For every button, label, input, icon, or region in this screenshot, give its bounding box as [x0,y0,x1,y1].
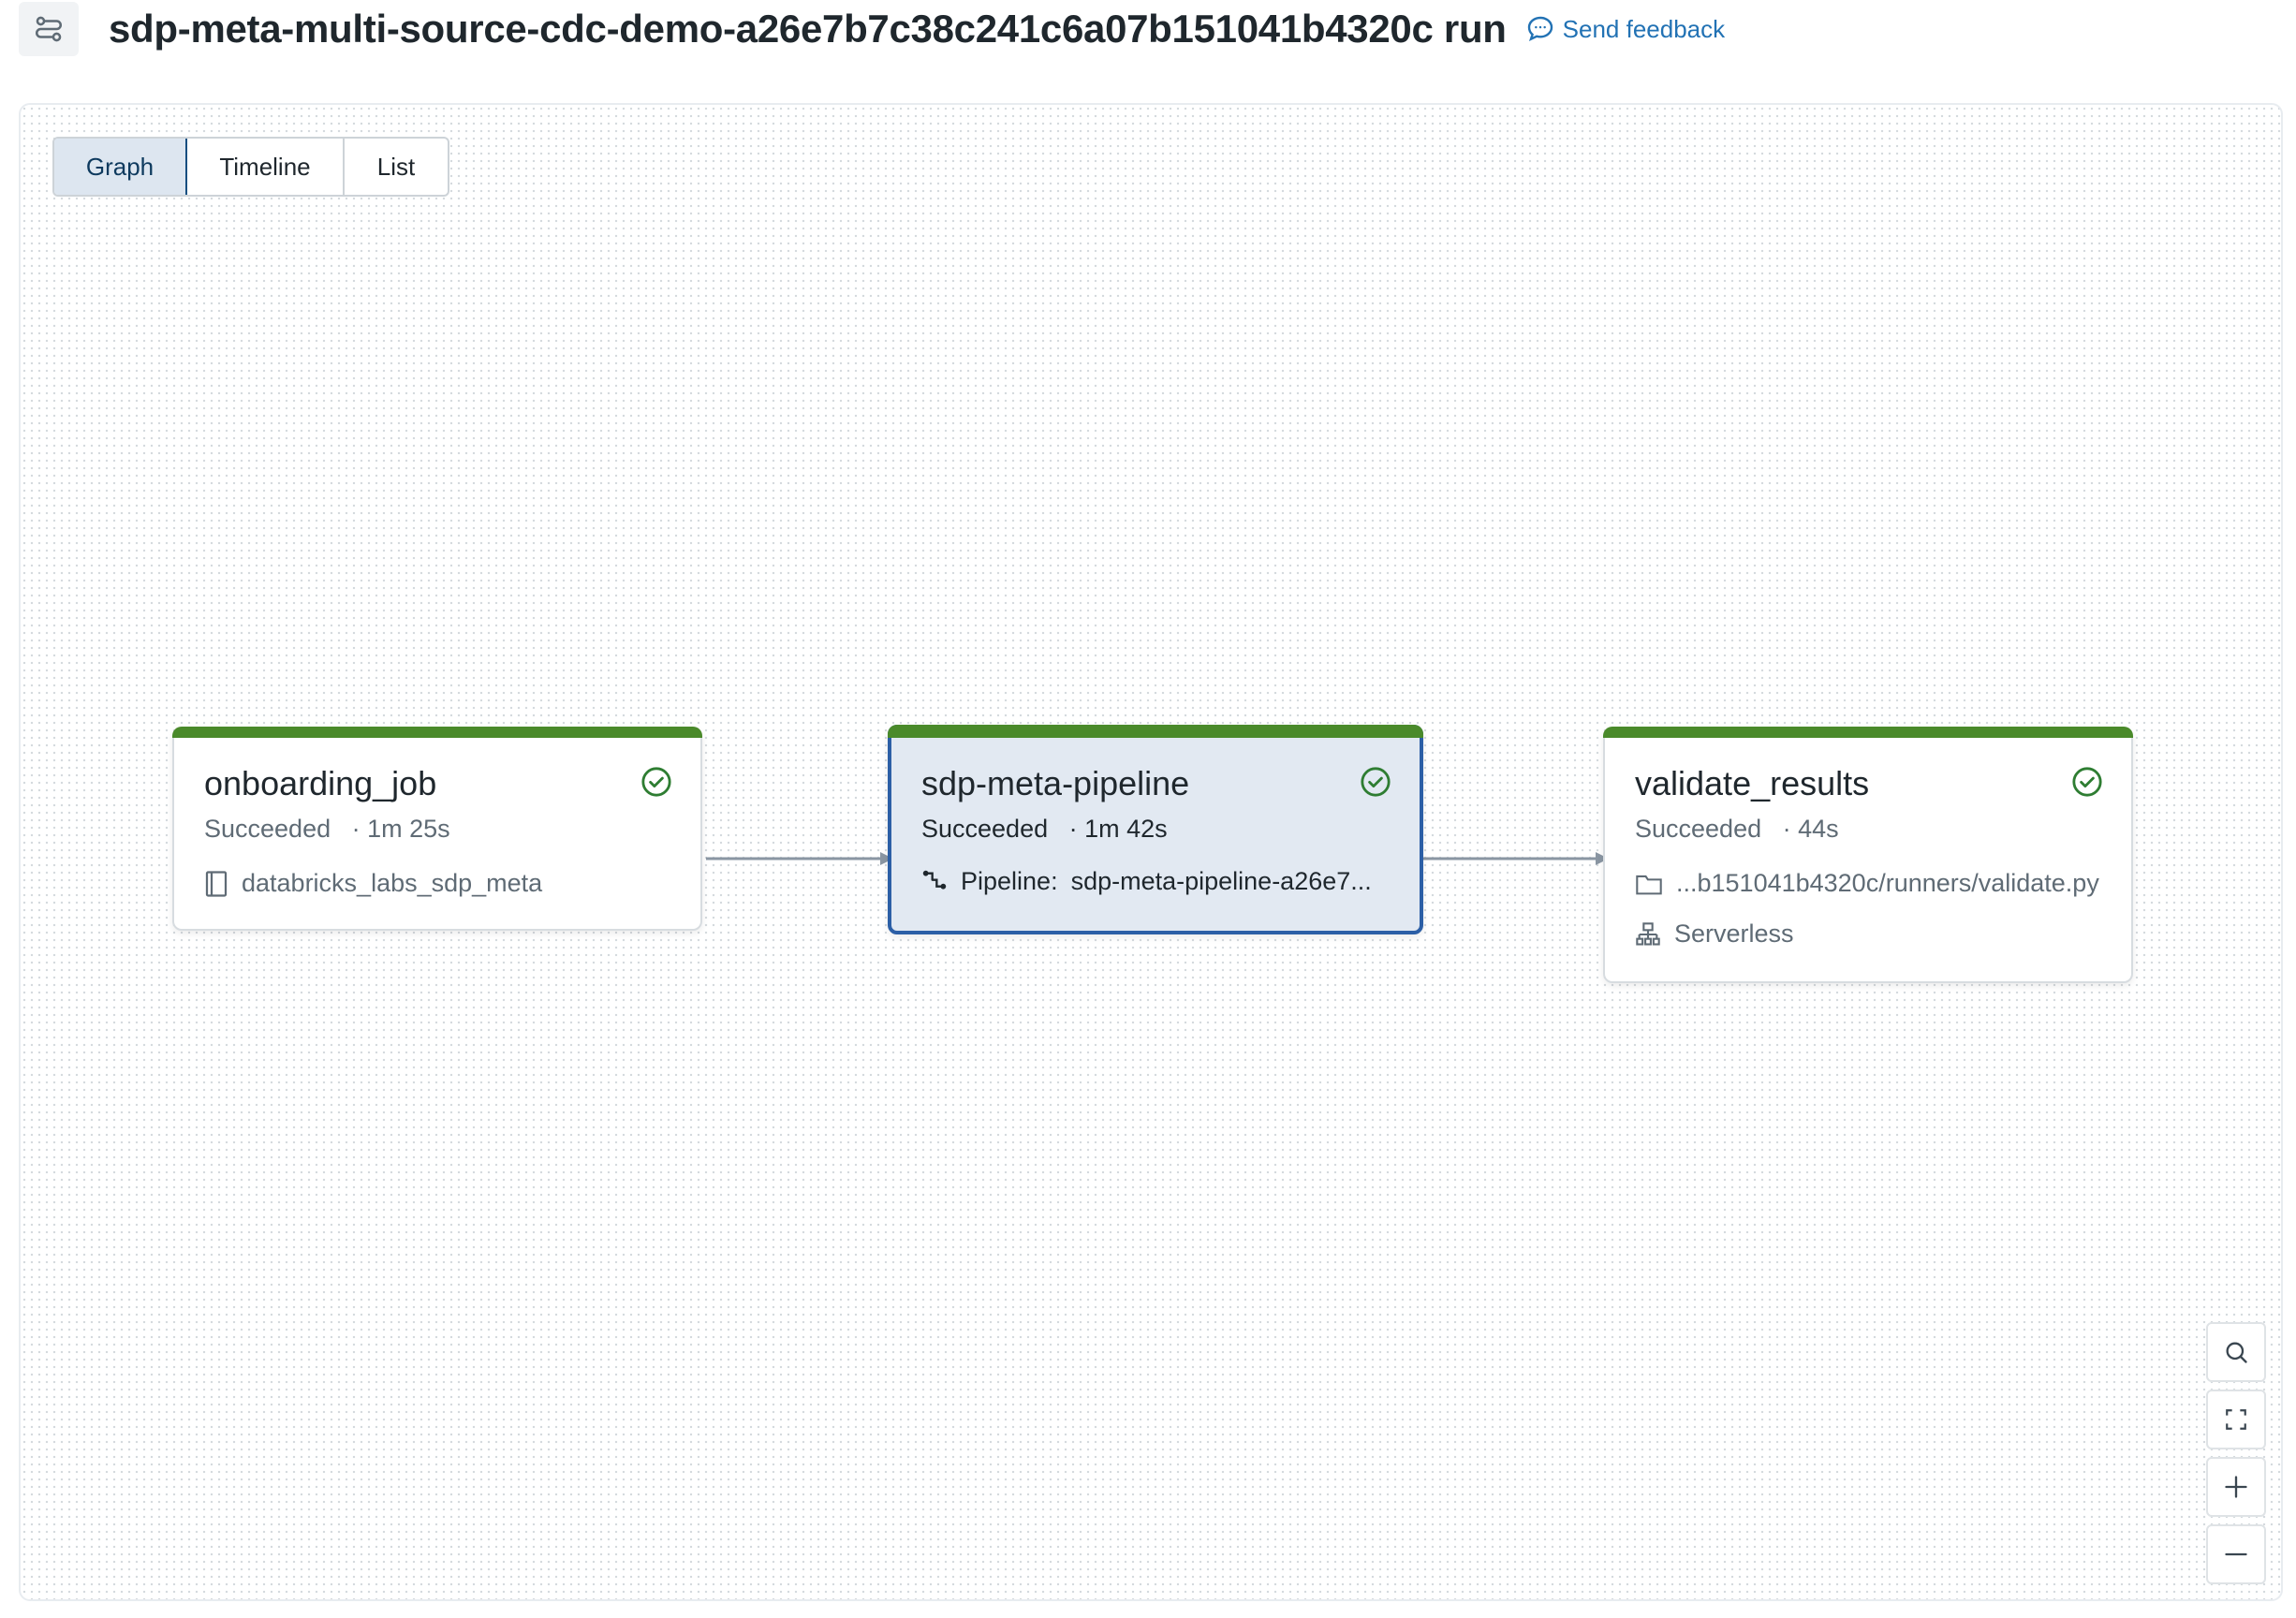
task-compute-row: Serverless [1635,919,1794,949]
send-feedback-label: Send feedback [1562,14,1726,43]
success-check-icon [641,767,671,797]
tab-graph[interactable]: Graph [54,139,187,195]
view-toggle: Graph Timeline List [52,137,449,197]
search-icon [2226,1342,2247,1363]
duration-text: · 1m 42s [1068,815,1168,843]
page-title: sdp-meta-multi-source-cdc-demo-a26e7b7c3… [109,7,1507,51]
task-status: Succeeded · 1m 25s [204,815,450,844]
zoom-in-icon [2225,1476,2247,1498]
task-detail-row: Pipeline: sdp-meta-pipeline-a26e7... [921,867,1372,896]
task-status: Succeeded · 1m 42s [921,815,1168,844]
task-name: validate_results [1635,764,1870,802]
pipeline-icon [922,870,947,890]
pipeline-name: sdp-meta-pipeline-a26e7... [1070,867,1372,895]
task-name: sdp-meta-pipeline [921,764,1190,802]
search-button[interactable] [2206,1322,2266,1382]
status-bar [172,727,702,738]
page-header: sdp-meta-multi-source-cdc-demo-a26e7b7c3… [19,0,1725,58]
zoom-out-icon [2225,1552,2247,1556]
task-node-onboarding-job[interactable]: onboarding_job Succeeded · 1m 25s databr… [172,727,702,931]
notebook-icon [205,870,228,897]
duration-text: · 1m 25s [351,815,450,843]
pipeline-label: Pipeline: [961,867,1058,895]
task-source: databricks_labs_sdp_meta [242,869,543,897]
duration-text: · 44s [1782,815,1839,843]
status-text: Succeeded [204,815,331,843]
zoom-out-button[interactable] [2206,1524,2266,1584]
task-detail-row: databricks_labs_sdp_meta [204,869,542,898]
status-text: Succeeded [921,815,1049,843]
compute-type: Serverless [1674,919,1794,948]
task-status: Succeeded · 44s [1635,815,1839,844]
fit-view-icon [2226,1409,2246,1430]
task-detail-row: ...b151041b4320c/runners/validate.py [1635,869,2099,898]
task-node-sdp-meta-pipeline[interactable]: sdp-meta-pipeline Succeeded · 1m 42s Pip… [888,725,1423,934]
graph-canvas[interactable]: Graph Timeline List onboarding_job Succe… [19,103,2283,1601]
edge-pipeline-to-validate [1421,852,1609,865]
zoom-in-button[interactable] [2206,1457,2266,1517]
cluster-icon [1636,921,1660,946]
job-run-icon [19,2,79,56]
send-feedback-link[interactable]: Send feedback [1525,14,1725,44]
task-name: onboarding_job [204,764,437,802]
success-check-icon [1361,767,1391,797]
status-bar [1603,727,2133,738]
status-bar [888,725,1423,738]
task-node-validate-results[interactable]: validate_results Succeeded · 44s ...b151… [1603,727,2133,983]
folder-icon [1636,875,1662,894]
task-source: ...b151041b4320c/runners/validate.py [1676,869,2099,897]
tab-list[interactable]: List [345,139,448,195]
edge-onboarding-to-pipeline [706,852,893,865]
fit-view-button[interactable] [2206,1390,2266,1449]
success-check-icon [2072,767,2102,797]
status-text: Succeeded [1635,815,1762,843]
chat-bubble-icon [1527,16,1553,41]
tab-timeline[interactable]: Timeline [187,139,345,195]
